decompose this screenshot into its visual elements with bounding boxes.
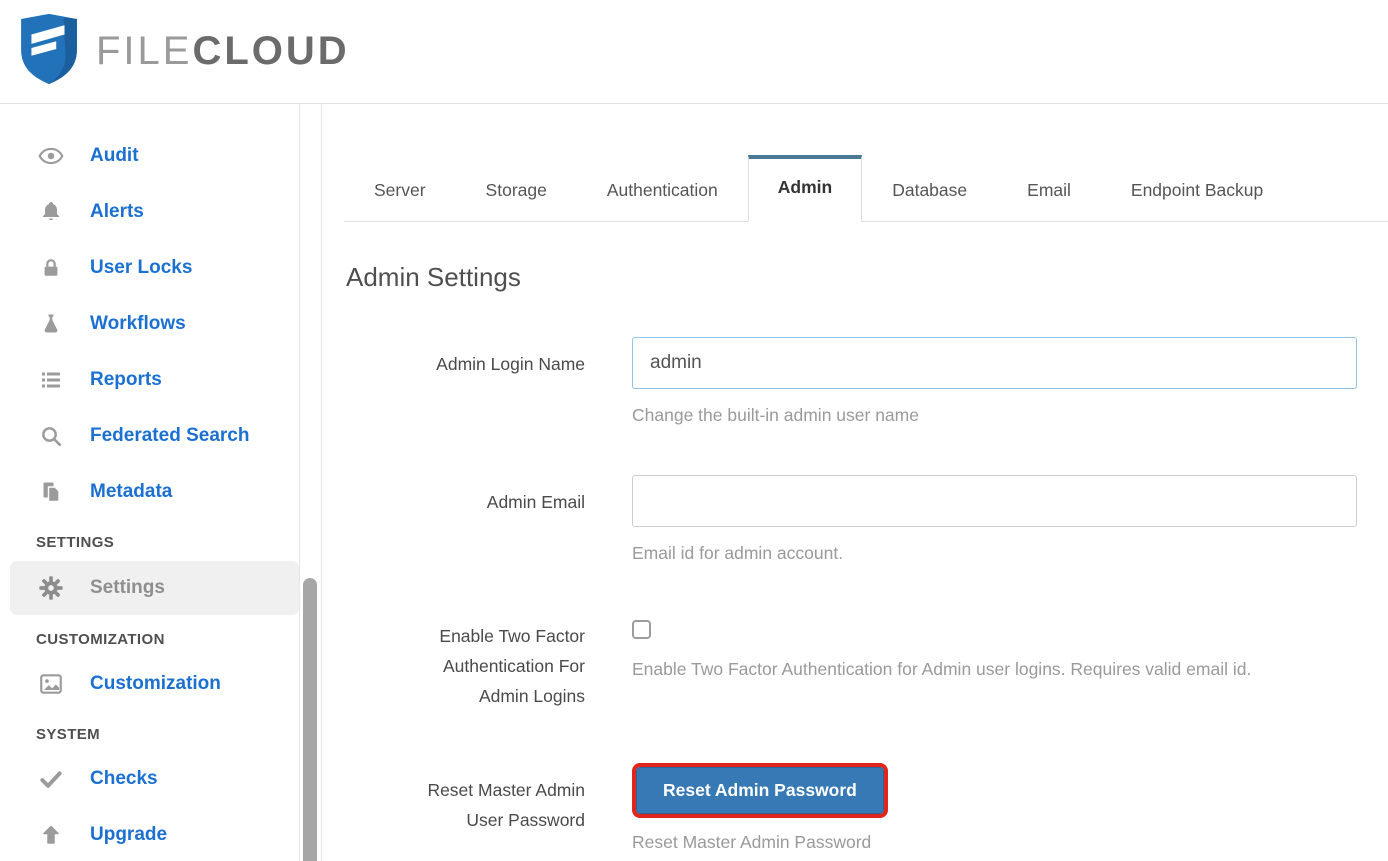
bell-icon	[38, 199, 64, 225]
reset-password-label: Reset Master Admin User Password	[427, 780, 585, 830]
sidebar-item-customization[interactable]: Customization	[0, 656, 299, 712]
tab-database[interactable]: Database	[862, 158, 997, 222]
two-factor-checkbox[interactable]	[632, 620, 651, 639]
form-row-admin-email: Admin Email Email id for admin account.	[344, 475, 1388, 567]
filecloud-logo: FILECLOUD	[18, 9, 350, 94]
reset-admin-password-button[interactable]: Reset Admin Password	[632, 763, 888, 818]
sidebar-item-metadata[interactable]: Metadata	[0, 464, 299, 520]
sidebar-item-label: Metadata	[90, 481, 173, 502]
gear-icon	[38, 575, 64, 601]
admin-email-label: Admin Email	[486, 492, 585, 512]
sidebar-section-customization: CUSTOMIZATION	[36, 631, 165, 648]
app-header: FILECLOUD	[0, 0, 1388, 104]
tab-authentication[interactable]: Authentication	[577, 158, 748, 222]
sidebar-item-workflows[interactable]: Workflows	[0, 296, 299, 352]
reset-password-help: Reset Master Admin Password	[632, 832, 872, 852]
admin-settings-form: Admin Login Name Change the built-in adm…	[344, 337, 1388, 856]
sidebar-item-label: Federated Search	[90, 425, 250, 446]
admin-login-name-label: Admin Login Name	[436, 354, 585, 374]
sidebar-item-label: User Locks	[90, 257, 193, 278]
tab-server[interactable]: Server	[344, 158, 456, 222]
sidebar-item-federated-search[interactable]: Federated Search	[0, 408, 299, 464]
sidebar-scrollbar-track[interactable]	[300, 104, 322, 861]
form-row-two-factor: Enable Two Factor Authentication For Adm…	[344, 613, 1388, 711]
admin-login-name-help: Change the built-in admin user name	[632, 405, 919, 425]
sidebar-item-label: Checks	[90, 768, 158, 789]
tab-admin[interactable]: Admin	[747, 155, 863, 222]
check-icon	[38, 766, 64, 792]
form-row-reset-password: Reset Master Admin User Password Reset A…	[344, 763, 1388, 856]
sidebar-item-label: Upgrade	[90, 824, 168, 845]
main-content: Server Storage Authentication Admin Data…	[322, 104, 1388, 861]
sidebar-scrollbar-thumb[interactable]	[303, 578, 317, 861]
sidebar-item-label: Alerts	[90, 201, 144, 222]
flask-icon	[38, 311, 64, 337]
form-row-admin-login-name: Admin Login Name Change the built-in adm…	[344, 337, 1388, 429]
sidebar-item-label: Customization	[90, 673, 221, 694]
sidebar: Audit Alerts User Locks Workflows Report	[0, 104, 300, 861]
sidebar-item-label: Audit	[90, 145, 139, 166]
sidebar-item-upgrade[interactable]: Upgrade	[0, 807, 299, 861]
filecloud-shield-icon	[18, 9, 80, 94]
sidebar-item-settings[interactable]: Settings	[10, 561, 299, 615]
sidebar-item-label: Workflows	[90, 313, 186, 334]
filecloud-wordmark: FILECLOUD	[96, 29, 350, 74]
sidebar-item-label: Reports	[90, 369, 162, 390]
tab-email[interactable]: Email	[997, 158, 1101, 222]
sidebar-section-system: SYSTEM	[36, 726, 101, 743]
two-factor-help: Enable Two Factor Authentication for Adm…	[632, 659, 1252, 679]
sidebar-item-audit[interactable]: Audit	[0, 128, 299, 184]
sidebar-item-user-locks[interactable]: User Locks	[0, 240, 299, 296]
sidebar-item-reports[interactable]: Reports	[0, 352, 299, 408]
search-icon	[38, 423, 64, 449]
sidebar-section-settings: SETTINGS	[36, 534, 115, 551]
wordmark-cloud: CLOUD	[192, 29, 350, 73]
tab-storage[interactable]: Storage	[456, 158, 577, 222]
arrow-up-icon	[38, 822, 64, 848]
two-factor-label: Enable Two Factor Authentication For Adm…	[439, 626, 585, 706]
sidebar-item-alerts[interactable]: Alerts	[0, 184, 299, 240]
page-title: Admin Settings	[346, 262, 521, 292]
admin-login-name-input[interactable]	[632, 337, 1357, 389]
lock-icon	[38, 255, 64, 281]
list-icon	[38, 367, 64, 393]
copy-icon	[38, 479, 64, 505]
sidebar-item-label: Settings	[90, 577, 165, 598]
admin-email-help: Email id for admin account.	[632, 543, 844, 563]
tab-endpoint-backup[interactable]: Endpoint Backup	[1101, 158, 1293, 222]
wordmark-file: FILE	[96, 29, 193, 73]
settings-tab-bar: Server Storage Authentication Admin Data…	[344, 155, 1388, 222]
image-icon	[38, 671, 64, 697]
eye-icon	[38, 143, 64, 169]
sidebar-item-checks[interactable]: Checks	[0, 751, 299, 807]
admin-email-input[interactable]	[632, 475, 1357, 527]
